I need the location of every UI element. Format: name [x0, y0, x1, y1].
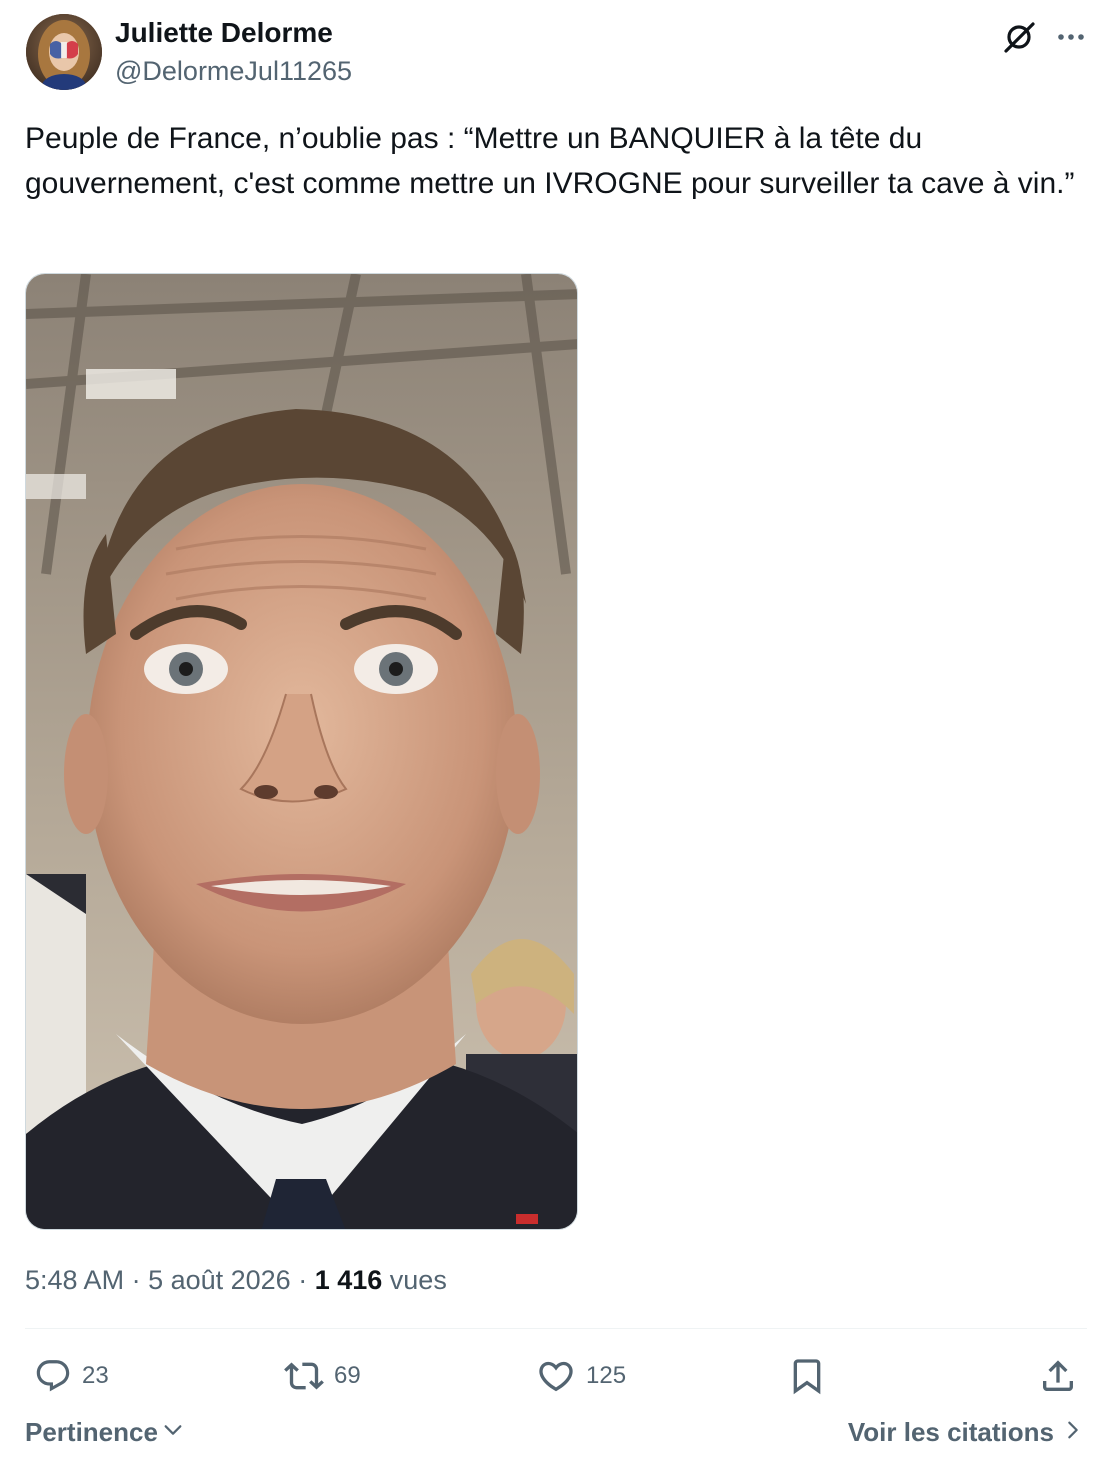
more-icon[interactable] [1052, 18, 1090, 56]
views-count: 1 416 [314, 1265, 383, 1295]
repost-icon [284, 1356, 324, 1396]
tweet-meta: 5:48 AM · 5 août 2026 · 1 416 vues [25, 1262, 447, 1298]
meta-separator: · [124, 1265, 149, 1295]
author-name[interactable]: Juliette Delorme [115, 15, 333, 51]
reply-button[interactable]: 23 [34, 1354, 109, 1398]
share-icon [1038, 1356, 1078, 1396]
avatar[interactable] [26, 14, 102, 90]
author-handle[interactable]: @DelormeJul11265 [115, 54, 352, 88]
repost-button[interactable]: 69 [284, 1354, 361, 1398]
tweet-time[interactable]: 5:48 AM [25, 1265, 124, 1295]
like-count: 125 [586, 1362, 627, 1389]
chevron-down-icon [162, 1417, 184, 1448]
bookmark-icon [787, 1356, 827, 1396]
chevron-right-icon [1062, 1417, 1084, 1448]
sort-dropdown[interactable]: Pertinence [25, 1417, 184, 1448]
bookmark-button[interactable] [787, 1354, 827, 1398]
tweet-date[interactable]: 5 août 2026 [148, 1265, 291, 1295]
reply-count: 23 [82, 1362, 109, 1389]
sort-label: Pertinence [25, 1417, 158, 1447]
divider [25, 1328, 1087, 1329]
tweet-text: Peuple de France, n’oublie pas : “Mettre… [25, 122, 1075, 200]
like-button[interactable]: 125 [536, 1354, 626, 1398]
tweet-photo[interactable] [25, 273, 578, 1230]
repost-count: 69 [334, 1362, 361, 1389]
tweet-detail: Juliette Delorme @DelormeJul11265 Peuple… [0, 0, 1110, 1473]
share-button[interactable] [1038, 1354, 1078, 1398]
quotes-label: Voir les citations [847, 1417, 1054, 1447]
views-label: vues [382, 1265, 447, 1295]
view-quotes-link[interactable]: Voir les citations [848, 1417, 1084, 1448]
reply-icon [34, 1357, 72, 1395]
meta-separator: · [290, 1265, 315, 1295]
grok-icon[interactable] [1000, 18, 1038, 56]
heart-icon [536, 1356, 576, 1396]
